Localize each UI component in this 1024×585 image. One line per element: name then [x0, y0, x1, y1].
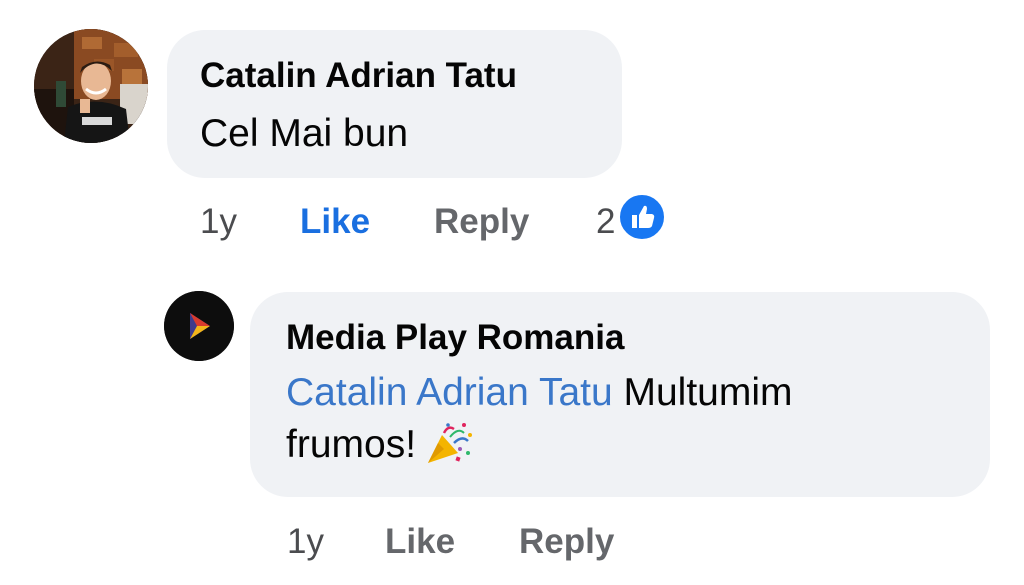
- comment-author[interactable]: Catalin Adrian Tatu: [200, 56, 517, 96]
- reply-like-button[interactable]: Like: [385, 522, 455, 562]
- page-avatar[interactable]: [164, 291, 234, 361]
- reply-author[interactable]: Media Play Romania: [286, 318, 624, 358]
- media-play-logo-icon: [164, 291, 234, 361]
- avatar[interactable]: [34, 29, 148, 143]
- reply-button[interactable]: Reply: [434, 202, 529, 242]
- comment-bubble: Catalin Adrian Tatu Cel Mai bun: [167, 30, 622, 178]
- reply-bubble: Media Play Romania Catalin Adrian Tatu M…: [250, 292, 990, 497]
- comment-actions: 1y Like Reply 2: [200, 193, 720, 247]
- comment-timestamp[interactable]: 1y: [200, 202, 237, 242]
- comment-text: Cel Mai bun: [200, 112, 409, 155]
- reply-reply-button[interactable]: Reply: [519, 522, 614, 562]
- reply-actions: 1y Like Reply: [287, 522, 707, 567]
- party-popper-icon: [424, 421, 474, 465]
- user-photo-icon: [34, 29, 148, 143]
- reply-timestamp[interactable]: 1y: [287, 522, 324, 562]
- like-button[interactable]: Like: [300, 202, 370, 242]
- thumbs-up-icon[interactable]: [618, 193, 666, 241]
- reply-text-line2: frumos!: [286, 423, 417, 466]
- mention-link[interactable]: Catalin Adrian Tatu: [286, 371, 613, 414]
- reply-text: Catalin Adrian Tatu Multumim frumos!: [286, 367, 946, 471]
- reaction-count[interactable]: 2: [596, 202, 615, 242]
- reply-text-line1: Multumim: [612, 371, 793, 414]
